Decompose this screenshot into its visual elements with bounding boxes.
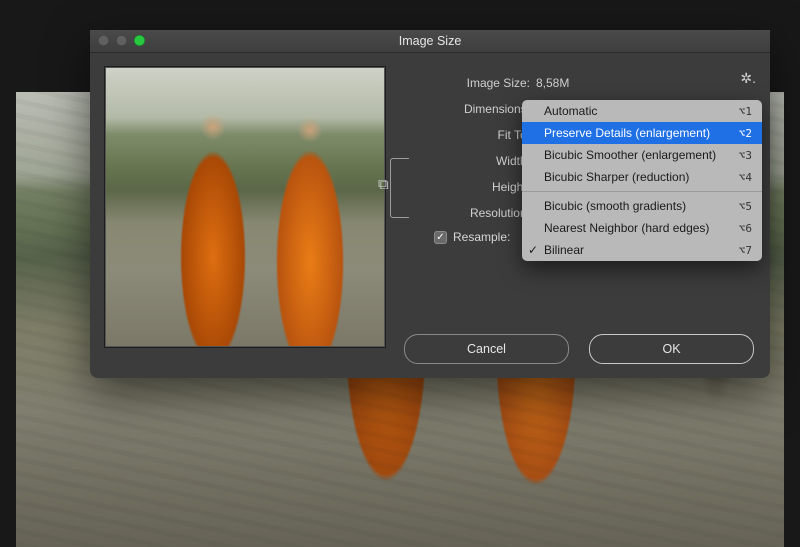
- titlebar[interactable]: Image Size: [90, 30, 770, 53]
- menu-item-bicubic[interactable]: Bicubic (smooth gradients) ⌥5: [522, 195, 762, 217]
- ok-button[interactable]: OK: [589, 334, 754, 364]
- image-size-value: 8,58M: [536, 76, 569, 90]
- width-label: Width:: [404, 154, 536, 168]
- height-label: Height:: [404, 180, 536, 194]
- gear-icon[interactable]: ✲.: [740, 70, 756, 87]
- resample-checkbox[interactable]: ✓: [434, 231, 447, 244]
- menu-item-bilinear[interactable]: ✓ Bilinear ⌥7: [522, 239, 762, 261]
- menu-item-bicubic-smoother[interactable]: Bicubic Smoother (enlargement) ⌥3: [522, 144, 762, 166]
- resample-label: Resample:: [453, 230, 510, 244]
- close-icon[interactable]: [98, 35, 109, 46]
- link-icon[interactable]: ⧉: [378, 176, 389, 193]
- dimensions-label: Dimensions:: [404, 102, 536, 116]
- image-size-label: Image Size:: [404, 76, 536, 90]
- menu-item-automatic[interactable]: Automatic ⌥1: [522, 100, 762, 122]
- menu-separator: [522, 191, 762, 192]
- check-icon: ✓: [528, 243, 538, 257]
- menu-item-preserve-details[interactable]: Preserve Details (enlargement) ⌥2: [522, 122, 762, 144]
- cancel-button[interactable]: Cancel: [404, 334, 569, 364]
- fit-to-label: Fit To:: [404, 128, 536, 142]
- window-title: Image Size: [399, 34, 462, 48]
- constrain-bracket: [390, 158, 409, 218]
- preview-thumbnail[interactable]: [104, 66, 386, 348]
- menu-item-nearest-neighbor[interactable]: Nearest Neighbor (hard edges) ⌥6: [522, 217, 762, 239]
- zoom-icon[interactable]: [134, 35, 145, 46]
- resolution-label: Resolution:: [404, 206, 536, 220]
- minimize-icon[interactable]: [116, 35, 127, 46]
- resample-menu[interactable]: Automatic ⌥1 Preserve Details (enlargeme…: [522, 100, 762, 261]
- menu-item-bicubic-sharper[interactable]: Bicubic Sharper (reduction) ⌥4: [522, 166, 762, 188]
